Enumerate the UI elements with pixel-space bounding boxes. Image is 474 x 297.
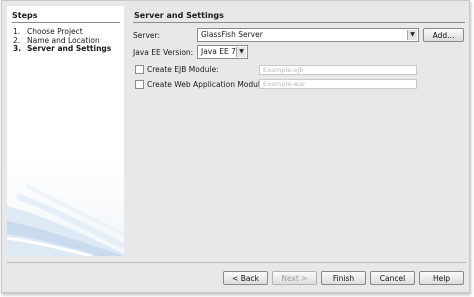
step-item-3-current: 3. Server and Settings (13, 44, 112, 54)
help-button-label: Help (432, 273, 451, 283)
finish-button-label: Finish (332, 273, 355, 283)
add-server-button-label: Add... (432, 30, 455, 40)
finish-button[interactable]: Finish (321, 271, 366, 285)
add-server-button[interactable]: Add... (423, 28, 464, 42)
step-number: 3. (13, 44, 22, 53)
server-label: Server: (133, 31, 160, 40)
steps-panel: Steps 1. Choose Project 2. Name and Locati… (7, 6, 124, 256)
step-label: Server and Settings (27, 44, 112, 53)
decorative-swoosh-graphic (7, 184, 124, 256)
javaee-version-label: Java EE Version: (133, 48, 194, 57)
steps-title: Steps (12, 11, 38, 20)
create-ejb-checkbox[interactable] (135, 65, 144, 74)
back-button-label: < Back (232, 273, 259, 283)
steps-list: 1. Choose Project 2. Name and Location 3. S… (13, 27, 112, 54)
chevron-down-icon[interactable]: ▼ (407, 30, 417, 40)
wizard-window: Steps 1. Choose Project 2. Name and Locati… (1, 0, 470, 293)
create-ejb-label[interactable]: Create EJB Module: (147, 65, 219, 74)
javaee-version-select[interactable]: Java EE 7 ▼ (197, 45, 248, 59)
create-web-module-label[interactable]: Create Web Application Module: (147, 80, 267, 89)
server-select[interactable]: GlassFish Server ▼ (197, 28, 419, 42)
cancel-button-label: Cancel (379, 273, 406, 283)
page-title: Server and Settings (134, 11, 224, 20)
back-button[interactable]: < Back (223, 271, 268, 285)
steps-divider (12, 22, 120, 23)
next-button-label: Next > (281, 273, 308, 283)
ejb-module-name-input[interactable]: Example-ejb (259, 65, 417, 75)
title-divider (133, 22, 465, 23)
help-button[interactable]: Help (419, 271, 464, 285)
chevron-down-icon[interactable]: ▼ (236, 47, 246, 57)
web-module-name-input[interactable]: Example-war (259, 79, 417, 89)
button-bar-divider (7, 262, 466, 263)
create-web-module-checkbox[interactable] (135, 80, 144, 89)
javaee-version-value: Java EE 7 (201, 47, 236, 56)
cancel-button[interactable]: Cancel (370, 271, 415, 285)
next-button[interactable]: Next > (272, 271, 317, 285)
server-select-value: GlassFish Server (201, 30, 263, 39)
